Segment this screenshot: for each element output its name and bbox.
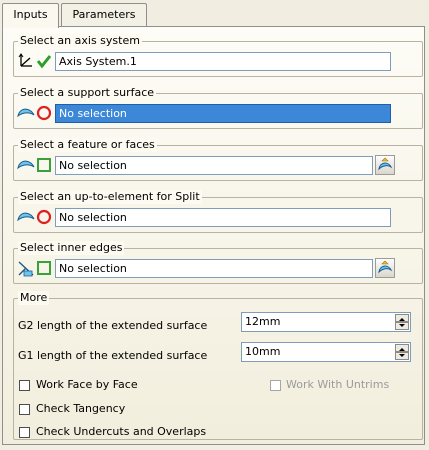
axis-legend: Select an axis system: [18, 34, 142, 48]
spin-down-arrow-icon[interactable]: [395, 322, 409, 330]
feature-row: [17, 155, 53, 175]
g2-length-spinner[interactable]: 12mm: [241, 312, 411, 332]
edges-legend: Select inner edges: [18, 241, 125, 255]
g2-spin-arrows[interactable]: [395, 314, 409, 330]
red-circle-icon: [36, 209, 52, 225]
split-element-field[interactable]: No selection: [55, 208, 391, 227]
axis-system-icon: [18, 53, 32, 67]
g1-length-spinner[interactable]: 10mm: [241, 342, 411, 362]
inner-edges-field[interactable]: No selection: [55, 259, 373, 278]
split-row: [17, 207, 53, 227]
support-group: Select a support surface No selection: [13, 86, 423, 129]
check-tangency-label: Check Tangency: [36, 402, 126, 415]
more-legend: More: [18, 291, 50, 305]
red-circle-icon: [36, 105, 52, 121]
list-selection-button[interactable]: [375, 155, 395, 175]
g2-length-label: G2 length of the extended surface: [18, 319, 208, 332]
multi-select-icon: [378, 260, 393, 274]
multi-select-icon: [378, 157, 393, 171]
tab-parameters[interactable]: Parameters: [61, 3, 147, 26]
green-square-icon: [37, 158, 51, 172]
spin-up-arrow-icon[interactable]: [395, 314, 409, 322]
check-undercuts-label: Check Undercuts and Overlaps: [36, 425, 207, 438]
support-surface-field[interactable]: No selection: [55, 104, 391, 123]
work-with-untrims-label: Work With Untrims: [286, 378, 390, 391]
g1-length-label: G1 length of the extended surface: [18, 349, 208, 362]
spin-up-arrow-icon[interactable]: [395, 344, 409, 352]
surface-icon: [17, 108, 35, 118]
tab-inputs[interactable]: Inputs: [2, 3, 59, 28]
surface-icon: [17, 212, 35, 222]
work-face-by-face-checkbox[interactable]: [19, 380, 30, 391]
g2-length-value[interactable]: 12mm: [245, 315, 280, 328]
axis-row: [17, 51, 53, 71]
g1-length-value[interactable]: 10mm: [245, 345, 280, 358]
axis-group: Select an axis system Axis System.1: [13, 34, 423, 77]
check-icon: [36, 55, 52, 69]
split-legend: Select an up-to-element for Split: [18, 190, 202, 204]
g1-spin-arrows[interactable]: [395, 344, 409, 360]
surface-icon: [17, 160, 35, 170]
support-row: [17, 103, 53, 123]
feature-legend: Select a feature or faces: [18, 138, 157, 152]
edges-group: Select inner edges No selection: [13, 241, 423, 284]
spin-down-arrow-icon[interactable]: [395, 352, 409, 360]
split-group: Select an up-to-element for Split No sel…: [13, 190, 423, 233]
check-undercuts-checkbox[interactable]: [19, 427, 30, 438]
check-tangency-checkbox[interactable]: [19, 404, 30, 415]
support-legend: Select a support surface: [18, 86, 157, 100]
inputs-panel: Select an axis system Axis System.1 Sele…: [2, 26, 425, 445]
edges-row: [17, 258, 53, 278]
more-group: More G2 length of the extended surface 1…: [13, 291, 423, 440]
axis-system-field[interactable]: Axis System.1: [55, 52, 391, 71]
feature-group: Select a feature or faces No selection: [13, 138, 423, 181]
work-face-by-face-label: Work Face by Face: [36, 378, 138, 391]
edge-icon: [18, 261, 34, 277]
feature-faces-field[interactable]: No selection: [55, 156, 373, 175]
work-with-untrims-checkbox: [270, 380, 281, 391]
list-selection-button[interactable]: [375, 258, 395, 278]
green-square-icon: [37, 261, 51, 275]
